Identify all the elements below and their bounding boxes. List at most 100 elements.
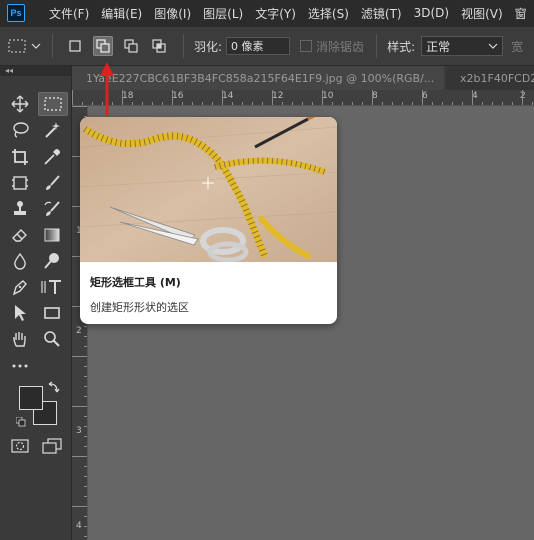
- antialias-label: 消除锯齿: [316, 39, 365, 54]
- stamp-icon: [14, 201, 26, 215]
- rect-marquee-icon: [8, 39, 26, 53]
- crop-tool[interactable]: [8, 145, 32, 169]
- rectangle-tool[interactable]: [40, 301, 64, 325]
- document-tab-active[interactable]: 1YaeE227CBC61BF3B4FC858a215F64E1F9.jpg @…: [72, 66, 444, 90]
- zoom-tool[interactable]: [40, 327, 64, 351]
- menu-3d[interactable]: 3D(D): [408, 6, 455, 20]
- ruler-label: 16: [172, 91, 184, 101]
- rect-marquee-icon: [44, 97, 62, 111]
- ruler-tick: [372, 90, 373, 105]
- path-selection-tool[interactable]: [8, 301, 32, 325]
- hand-tool[interactable]: [8, 327, 32, 351]
- menu-type[interactable]: 文字(Y): [249, 5, 302, 22]
- eyedropper-tool[interactable]: [40, 145, 64, 169]
- feather-input[interactable]: 0 像素: [226, 37, 291, 55]
- clone-stamp-tool[interactable]: [8, 197, 32, 221]
- annotation-arrow-icon: [100, 62, 114, 116]
- ruler-tick: [472, 90, 473, 105]
- tools-panel: ◂◂: [0, 66, 72, 540]
- photoshop-logo: Ps: [7, 4, 25, 22]
- type-tool[interactable]: [40, 275, 64, 299]
- toolbar-collapse-button[interactable]: ◂◂: [0, 66, 71, 76]
- history-brush-tool[interactable]: [40, 197, 64, 221]
- menu-select[interactable]: 选择(S): [302, 5, 355, 22]
- style-label: 样式:: [387, 39, 416, 54]
- screen-mode-icon: [42, 438, 62, 454]
- divider: [52, 34, 53, 58]
- intersect-selection-button[interactable]: [149, 36, 169, 56]
- ruler-label: 3: [76, 426, 82, 436]
- brush-tool[interactable]: [40, 171, 64, 195]
- lasso-tool[interactable]: [8, 118, 32, 142]
- blur-icon: [14, 252, 26, 270]
- foreground-color-swatch[interactable]: [19, 386, 43, 410]
- magic-wand-tool[interactable]: [40, 118, 64, 142]
- document-tab[interactable]: x2b1F40FCD2: [446, 66, 534, 90]
- menu-file[interactable]: 文件(F): [43, 5, 95, 22]
- feather-label: 羽化:: [194, 39, 223, 54]
- add-to-selection-icon: [96, 39, 110, 53]
- width-label: 宽: [511, 39, 524, 54]
- new-selection-icon: [69, 40, 81, 52]
- screen-mode-button[interactable]: [40, 434, 64, 458]
- menu-window[interactable]: 窗: [509, 5, 533, 22]
- horizontal-ruler: 18 16 14 12 10 8 6 4 2: [72, 90, 534, 106]
- pen-tool[interactable]: [8, 275, 32, 299]
- rich-tooltip: 矩形选框工具 (M) 创建矩形形状的选区: [80, 117, 337, 324]
- tool-preset-picker[interactable]: [8, 38, 48, 54]
- gradient-tool[interactable]: [40, 223, 64, 247]
- document-tab-label: x2b1F40FCD2: [460, 71, 534, 85]
- move-tool[interactable]: [8, 92, 32, 116]
- type-icon: [41, 280, 61, 294]
- ruler-label: 14: [222, 91, 234, 101]
- menu-filter[interactable]: 滤镜(T): [355, 5, 408, 22]
- menu-edit[interactable]: 编辑(E): [95, 5, 148, 22]
- brush-icon: [46, 175, 60, 190]
- ruler-tick: [122, 90, 123, 105]
- dodge-tool[interactable]: [40, 249, 64, 273]
- more-icon: [12, 364, 28, 368]
- gradient-icon: [44, 228, 60, 242]
- default-colors-icon[interactable]: [15, 416, 26, 427]
- ruler-tick: [72, 456, 87, 457]
- path-select-icon: [15, 305, 26, 321]
- antialias-checkbox[interactable]: [300, 40, 313, 52]
- ruler-label: 4: [76, 521, 82, 531]
- ruler-tick: [222, 90, 223, 105]
- subtract-from-selection-button[interactable]: [121, 36, 141, 56]
- blur-tool[interactable]: [8, 249, 32, 273]
- intersect-selection-icon: [152, 39, 166, 53]
- pen-icon: [12, 280, 27, 296]
- style-select[interactable]: 正常: [421, 36, 504, 56]
- eraser-tool[interactable]: [8, 223, 32, 247]
- new-selection-button[interactable]: [65, 36, 85, 56]
- ruler-tick: [522, 90, 523, 105]
- crop-icon: [12, 149, 28, 165]
- subtract-from-selection-icon: [124, 39, 138, 53]
- add-to-selection-button[interactable]: [93, 36, 113, 56]
- menu-bar: Ps 文件(F) 编辑(E) 图像(I) 图层(L) 文字(Y) 选择(S) 滤…: [0, 0, 534, 26]
- frame-tool[interactable]: [8, 171, 32, 195]
- menu-image[interactable]: 图像(I): [148, 5, 197, 22]
- rect-marquee-tool[interactable]: [38, 92, 68, 116]
- frame-icon: [12, 176, 28, 190]
- ruler-tick: [322, 90, 323, 105]
- ruler-tick: [72, 90, 73, 105]
- eyedropper-icon: [44, 149, 60, 165]
- ruler-tick: [422, 90, 423, 105]
- tooltip-preview-image: [80, 117, 337, 262]
- style-select-value: 正常: [426, 39, 451, 54]
- swap-colors-icon[interactable]: [48, 381, 60, 393]
- menu-layer[interactable]: 图层(L): [197, 5, 249, 22]
- ruler-label: 18: [122, 91, 134, 101]
- move-icon: [11, 95, 29, 113]
- quick-mask-icon: [11, 439, 29, 453]
- ruler-tick: [72, 356, 87, 357]
- magic-wand-icon: [45, 122, 60, 138]
- ruler-label: 12: [272, 91, 284, 101]
- edit-toolbar-button[interactable]: [8, 354, 32, 378]
- quick-mask-button[interactable]: [8, 434, 32, 458]
- ruler-tick: [72, 506, 87, 507]
- document-tab-bar: 1YaeE227CBC61BF3B4FC858a215F64E1F9.jpg @…: [72, 66, 534, 90]
- menu-view[interactable]: 视图(V): [455, 5, 509, 22]
